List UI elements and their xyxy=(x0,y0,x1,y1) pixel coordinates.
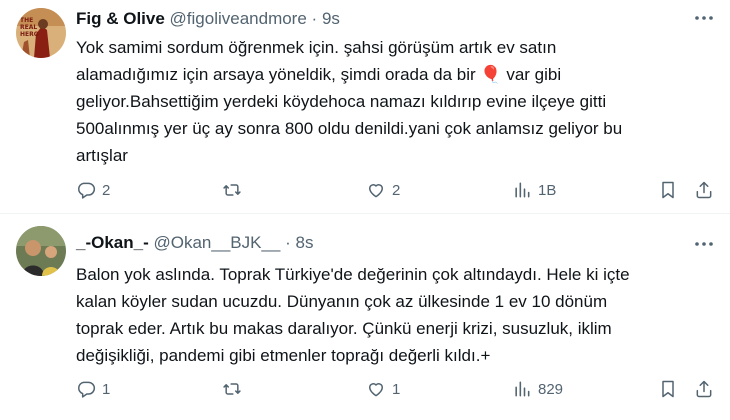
user-handle[interactable]: @Okan__BJK__ xyxy=(153,233,280,252)
bar-chart-icon xyxy=(515,381,530,397)
tweet-header: _-Okan_- @Okan__BJK__ · 8s xyxy=(76,232,313,254)
retweet-icon xyxy=(223,184,241,196)
tweet-header: Fig & Olive @figoliveandmore · 9s xyxy=(76,8,340,30)
tweet-text-segment: var gibi xyxy=(506,65,562,84)
tweet-text-segment: alamadığımız için arsaya yöneldik, şimdi… xyxy=(76,65,476,84)
tweet-actions: 2 2 1B xyxy=(76,177,718,203)
share-button[interactable] xyxy=(694,376,714,402)
tweet-actions: 1 1 829 xyxy=(76,376,718,402)
bookmark-button[interactable] xyxy=(658,376,678,402)
share-button[interactable] xyxy=(694,177,714,203)
reply-button[interactable]: 1 xyxy=(76,376,110,402)
bookmark-button[interactable] xyxy=(658,177,678,203)
bar-chart-icon xyxy=(515,182,530,198)
separator-dot: · xyxy=(285,233,291,252)
display-name[interactable]: Fig & Olive xyxy=(76,9,165,28)
more-options-icon[interactable] xyxy=(692,6,716,30)
tweet-text-line: değişikliği, pandemi gibi etmenler topra… xyxy=(76,346,491,365)
like-count: 2 xyxy=(392,181,401,199)
tweet-text-line: Balon yok aslında. Toprak Türkiye'de değ… xyxy=(76,265,630,284)
like-button[interactable]: 2 xyxy=(366,177,400,203)
tweet-text: Balon yok aslında. Toprak Türkiye'de değ… xyxy=(76,261,706,369)
reply-icon xyxy=(78,182,96,199)
balloon-emoji: 🎈 xyxy=(480,65,502,84)
retweet-icon xyxy=(223,383,241,395)
retweet-button[interactable] xyxy=(222,376,248,402)
avatar-logo-line-3: HERO xyxy=(20,31,39,38)
timestamp[interactable]: 8s xyxy=(296,233,314,252)
bookmark-icon xyxy=(662,380,674,398)
display-name[interactable]: _-Okan_- xyxy=(76,233,149,252)
avatar-image xyxy=(16,226,66,276)
views-button[interactable]: 829 xyxy=(512,376,563,402)
separator-dot: · xyxy=(311,9,318,28)
share-icon xyxy=(696,181,712,199)
heart-icon xyxy=(369,383,383,397)
reply-count: 2 xyxy=(102,181,111,199)
bookmark-icon xyxy=(662,181,674,199)
tweet-text: Yok samimi sordum öğrenmek için. şahsi g… xyxy=(76,34,706,169)
reply-count: 1 xyxy=(102,380,111,398)
user-handle[interactable]: @figoliveandmore xyxy=(170,9,307,28)
reply-icon xyxy=(78,381,96,398)
timestamp[interactable]: 9s xyxy=(322,9,340,28)
share-icon xyxy=(696,380,712,398)
avatar-image: THE REAL HERO xyxy=(16,8,66,58)
tweet-text-line: geliyor.Bahsettiğim yerdeki köydehoca na… xyxy=(76,92,607,111)
tweet-fig-olive[interactable]: THE REAL HERO Fig & Olive @figoliveandmo… xyxy=(0,0,730,214)
more-options-icon[interactable] xyxy=(692,232,716,256)
like-count: 1 xyxy=(392,380,401,398)
view-count: 1B xyxy=(538,181,557,199)
avatar-logo-line-2: REAL xyxy=(20,24,37,31)
tweet-text-line: artışlar xyxy=(76,146,128,165)
tweet-text-line: alamadığımız için arsaya yöneldik, şimdi… xyxy=(76,61,706,88)
reply-button[interactable]: 2 xyxy=(76,177,110,203)
views-button[interactable]: 1B xyxy=(512,177,556,203)
tweet-text-line: toprak eder. Artık bu makas daralıyor. Ç… xyxy=(76,319,612,338)
avatar-fig-olive[interactable]: THE REAL HERO xyxy=(16,8,66,58)
tweet-text-line: 500alınmış yer üç ay sonra 800 oldu deni… xyxy=(76,119,623,138)
tweet-okan[interactable]: _-Okan_- @Okan__BJK__ · 8s Balon yok asl… xyxy=(0,214,730,420)
avatar-okan[interactable] xyxy=(16,226,66,276)
like-button[interactable]: 1 xyxy=(366,376,400,402)
view-count: 829 xyxy=(538,380,564,398)
heart-icon xyxy=(369,184,383,198)
tweet-text-line: Yok samimi sordum öğrenmek için. şahsi g… xyxy=(76,38,557,57)
tweet-text-line: kalan köyler sudan ucuzdu. Dünyanın çok … xyxy=(76,292,608,311)
avatar-logo-line-1: THE xyxy=(20,17,33,24)
retweet-button[interactable] xyxy=(222,177,248,203)
